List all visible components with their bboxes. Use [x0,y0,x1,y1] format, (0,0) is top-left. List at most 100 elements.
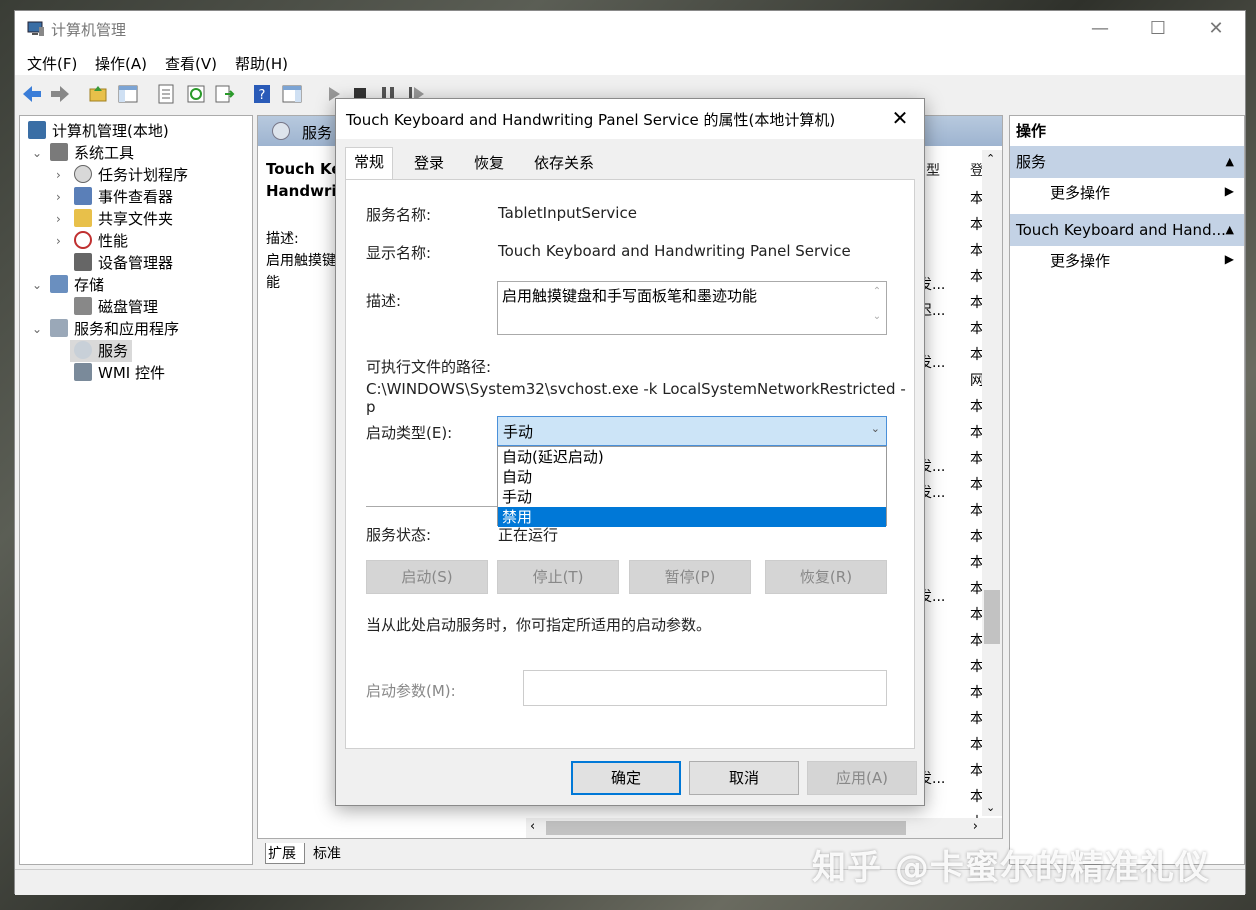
dialog-close-button[interactable]: ✕ [884,103,916,135]
minimize-button[interactable]: — [1071,11,1129,49]
horizontal-scrollbar[interactable]: ‹ › [526,818,1002,838]
expand-arrow-icon[interactable]: › [56,208,61,230]
start-button[interactable]: 启动(S) [366,560,488,594]
console-tree: 计算机管理(本地) ⌄ 系统工具 › 任务计划程序 › 事件查看器 › 共享文件… [19,115,253,865]
back-arrow-icon[interactable] [21,83,43,105]
pause-button[interactable]: 暂停(P) [629,560,751,594]
tree-node-disk-management[interactable]: 磁盘管理 [74,296,158,318]
tab-extended[interactable]: 扩展 [265,843,305,864]
scroll-up-icon[interactable]: ⌃ [986,152,995,165]
window-title: 计算机管理 [51,19,126,40]
refresh-icon[interactable] [185,83,207,105]
description-text-line1: 启用触摸键 [266,250,336,270]
scroll-down-icon[interactable]: ⌄ [986,801,995,814]
device-manager-icon [74,253,92,271]
description-scrollbar[interactable]: ⌃ ⌄ [868,282,886,334]
actions-group-touch-keyboard[interactable]: Touch Keyboard and Hand... ▲ [1010,214,1244,246]
startup-option-auto-delayed[interactable]: 自动(延迟启动) [498,447,886,467]
startup-option-disabled[interactable]: 禁用 [498,507,886,527]
menu-view[interactable]: 查看(V) [165,53,217,74]
display-name-label: 显示名称: [366,242,431,263]
startup-type-select[interactable]: 手动 ⌄ [497,416,887,446]
service-status-label: 服务状态: [366,524,431,545]
show-console-tree-icon[interactable] [117,83,139,105]
column-header-startup-type[interactable]: 型 [926,160,940,180]
ok-button[interactable]: 确定 [571,761,681,795]
tree-node-storage[interactable]: ⌄ 存储 [50,274,104,296]
maximize-button[interactable]: ☐ [1129,11,1187,49]
collapse-arrow-icon[interactable]: ⌄ [32,142,42,164]
tools-icon [50,143,68,161]
title-bar: 计算机管理 — ☐ ✕ [15,11,1245,49]
vertical-scrollbar[interactable]: ⌃ ⌄ [982,150,1002,816]
tab-logon[interactable]: 登录 [406,149,452,179]
startup-option-auto[interactable]: 自动 [498,467,886,487]
help-icon[interactable]: ? [251,83,273,105]
chevron-down-icon[interactable]: ⌄ [871,422,880,435]
collapse-up-icon[interactable]: ▲ [1226,214,1234,246]
export-list-icon[interactable] [213,83,235,105]
shared-folder-icon [74,209,92,227]
description-text-line2: 能 [266,272,280,292]
expand-arrow-icon[interactable]: › [56,230,61,252]
startup-type-dropdown: 自动(延迟启动) 自动 手动 禁用 [497,446,887,526]
menu-help[interactable]: 帮助(H) [235,53,288,74]
collapse-up-icon[interactable]: ▲ [1226,146,1234,178]
h-scroll-thumb[interactable] [546,821,906,835]
tree-node-services[interactable]: 服务 [70,340,132,362]
tab-general[interactable]: 常规 [345,147,393,179]
scroll-left-icon[interactable]: ‹ [530,819,535,834]
cancel-button[interactable]: 取消 [689,761,799,795]
tree-node-wmi[interactable]: WMI 控件 [74,362,165,384]
scroll-down-icon[interactable]: ⌄ [868,311,886,322]
tree-node-system-tools[interactable]: ⌄ 系统工具 [50,142,134,164]
startup-option-manual[interactable]: 手动 [498,487,886,507]
tree-node-shared-folders[interactable]: › 共享文件夹 [74,208,173,230]
executable-path-label: 可执行文件的路径: [366,356,491,377]
collapse-arrow-icon[interactable]: ⌄ [32,318,42,340]
wmi-icon [74,363,92,381]
scroll-right-icon[interactable]: › [973,819,978,834]
menu-file[interactable]: 文件(F) [27,53,77,74]
computer-management-icon [27,21,45,37]
tree-node-event-viewer[interactable]: › 事件查看器 [74,186,173,208]
tree-node-computer-management[interactable]: 计算机管理(本地) [28,120,169,142]
dialog-title: Touch Keyboard and Handwriting Panel Ser… [346,109,835,130]
more-actions-1[interactable]: 更多操作 [1050,182,1110,203]
tab-dependencies[interactable]: 依存关系 [526,149,602,179]
tree-node-services-apps[interactable]: ⌄ 服务和应用程序 [50,318,179,340]
stop-button[interactable]: 停止(T) [497,560,619,594]
tab-recovery[interactable]: 恢复 [466,149,512,179]
show-action-pane-icon[interactable] [281,83,303,105]
tree-node-task-scheduler[interactable]: › 任务计划程序 [74,164,188,186]
description-textbox[interactable]: 启用触摸键盘和手写面板笔和墨迹功能 ⌃ ⌄ [497,281,887,335]
selected-service-name-line1: Touch Ke [266,160,342,178]
selected-service-name-line2: Handwrit [266,182,344,200]
tree-node-performance[interactable]: › 性能 [74,230,128,252]
scroll-up-icon[interactable]: ⌃ [868,286,886,297]
close-window-button[interactable]: ✕ [1187,11,1245,49]
resume-button[interactable]: 恢复(R) [765,560,887,594]
executable-path-value: C:\WINDOWS\System32\svchost.exe -k Local… [366,380,914,416]
properties-sheet-icon[interactable] [155,83,177,105]
gear-icon [272,122,290,140]
tree-node-device-manager[interactable]: 设备管理器 [74,252,173,274]
general-tab-page: 服务名称: TabletInputService 显示名称: Touch Key… [345,179,915,749]
menu-action[interactable]: 操作(A) [95,53,147,74]
forward-arrow-icon[interactable] [49,83,71,105]
service-properties-dialog: Touch Keyboard and Handwriting Panel Ser… [335,98,925,806]
more-actions-2[interactable]: 更多操作 [1050,250,1110,271]
expand-arrow-icon[interactable]: › [56,164,61,186]
up-folder-icon[interactable] [87,83,109,105]
scroll-thumb[interactable] [984,590,1000,644]
disk-icon [74,297,92,315]
actions-group-services[interactable]: 服务 ▲ [1010,146,1244,178]
watermark-text: 知乎 @卡蜜尔的精准礼仪 [812,840,1210,889]
clock-icon [74,165,92,183]
apply-button[interactable]: 应用(A) [807,761,917,795]
tab-standard[interactable]: 标准 [311,843,351,863]
expand-arrow-icon[interactable]: › [56,186,61,208]
start-params-label: 启动参数(M): [366,680,456,701]
collapse-arrow-icon[interactable]: ⌄ [32,274,42,296]
start-params-input[interactable] [523,670,887,706]
